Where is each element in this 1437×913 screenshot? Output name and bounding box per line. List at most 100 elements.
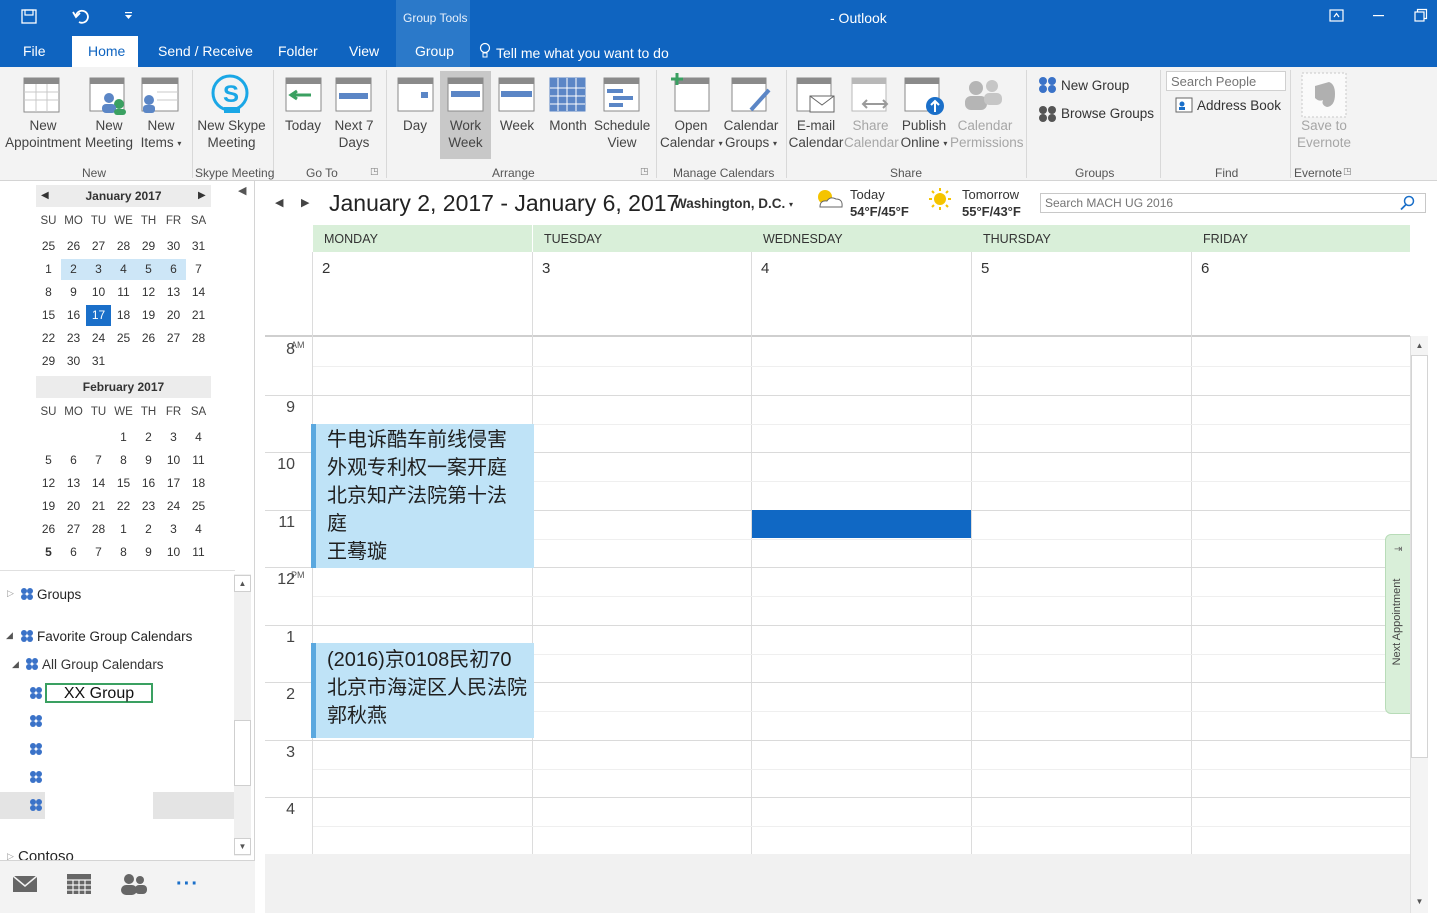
search-icon[interactable]	[1399, 195, 1415, 211]
minical-day[interactable]: 24	[161, 496, 186, 517]
arrange-dialog-launcher-icon[interactable]: ◳	[640, 166, 649, 177]
weather-location[interactable]: Washington, D.C. ▾	[674, 196, 793, 211]
day-view-button[interactable]: Day	[393, 117, 437, 134]
minical-day[interactable]: 1	[111, 519, 136, 540]
minimize-icon[interactable]	[1370, 7, 1388, 25]
day-number[interactable]: 6	[1201, 260, 1209, 277]
minical-day[interactable]: 4	[111, 259, 136, 280]
scroll-down-icon[interactable]: ▼	[234, 838, 251, 855]
minical-day[interactable]: 1	[111, 427, 136, 448]
goto-dialog-launcher-icon[interactable]: ◳	[370, 166, 379, 177]
minical-day[interactable]: 19	[36, 496, 61, 517]
minical-day[interactable]: 21	[86, 496, 111, 517]
day-header[interactable]: WEDNESDAY	[752, 225, 972, 252]
minical-day[interactable]: 29	[136, 236, 161, 257]
minical-day[interactable]: 2	[136, 519, 161, 540]
minical-day[interactable]: 8	[111, 542, 136, 563]
minical-day[interactable]: 15	[36, 305, 61, 326]
minical-day[interactable]: 21	[186, 305, 211, 326]
save-icon[interactable]	[20, 7, 40, 27]
minical-day[interactable]: 28	[111, 236, 136, 257]
schedule-view-button[interactable]: Schedule View	[594, 117, 650, 151]
minical-day[interactable]: 10	[161, 450, 186, 471]
today-button[interactable]: Today	[281, 117, 325, 134]
day-header[interactable]: TUESDAY	[533, 225, 752, 252]
minical-day[interactable]: 18	[186, 473, 211, 494]
minical-day[interactable]: 23	[61, 328, 86, 349]
appointment-1[interactable]: 牛电诉酷车前线侵害 外观专利权一案开庭 北京知产法院第十法 庭 王蓦璇	[311, 424, 534, 568]
tab-view[interactable]: View	[349, 43, 379, 59]
expand-groups-icon[interactable]: ▷	[7, 588, 14, 599]
minical-day[interactable]: 7	[186, 259, 211, 280]
minical-next-month-icon[interactable]: ▶	[198, 190, 206, 201]
minical-day[interactable]: 6	[161, 259, 186, 280]
share-calendar-button[interactable]: Share Calendar	[844, 117, 899, 151]
minical-day[interactable]: 13	[161, 282, 186, 303]
minical-day[interactable]: 9	[61, 282, 86, 303]
calendar-permissions-button[interactable]: Calendar Permissions	[950, 117, 1024, 151]
calendar-groups-button[interactable]: Calendar Groups ▾	[722, 117, 780, 152]
minical-day[interactable]: 20	[61, 496, 86, 517]
minical-day[interactable]: 16	[136, 473, 161, 494]
minical-day[interactable]: 17	[161, 473, 186, 494]
minical-day[interactable]: 6	[61, 450, 86, 471]
minical-day[interactable]: 10	[86, 282, 111, 303]
minical-day[interactable]: 4	[186, 519, 211, 540]
minical-day[interactable]: 14	[86, 473, 111, 494]
minical-day[interactable]: 25	[186, 496, 211, 517]
day-number[interactable]: 4	[761, 260, 769, 277]
day-header[interactable]: MONDAY	[313, 225, 532, 252]
open-calendar-button[interactable]: Open Calendar ▾	[660, 117, 723, 152]
day-number[interactable]: 3	[542, 260, 550, 277]
minical-day[interactable]: 19	[136, 305, 161, 326]
minical-day[interactable]: 18	[111, 305, 136, 326]
ribbon-display-options-icon[interactable]	[1328, 7, 1346, 25]
day-header[interactable]: THURSDAY	[972, 225, 1192, 252]
publish-online-button[interactable]: Publish Online ▾	[898, 117, 950, 152]
minical-day[interactable]: 15	[111, 473, 136, 494]
collapse-favorites-icon[interactable]: ◢	[6, 630, 13, 641]
calendar-scroll-up-icon[interactable]: ▲	[1411, 337, 1428, 354]
next-7-days-button[interactable]: Next 7 Days	[330, 117, 378, 151]
minical-day[interactable]: 17	[86, 305, 111, 326]
minical-day[interactable]: 3	[161, 519, 186, 540]
minical-day[interactable]: 1	[36, 259, 61, 280]
tab-send-receive[interactable]: Send / Receive	[158, 43, 253, 59]
minical-day[interactable]: 31	[186, 236, 211, 257]
minical-day[interactable]: 4	[186, 427, 211, 448]
selected-time-slot[interactable]	[752, 510, 971, 538]
browse-groups-button[interactable]: Browse Groups	[1061, 106, 1154, 121]
minical-day[interactable]: 22	[111, 496, 136, 517]
new-meeting-button[interactable]: New Meeting	[84, 117, 134, 151]
minical-day[interactable]: 6	[61, 542, 86, 563]
calendar-search-input[interactable]	[1040, 193, 1426, 213]
tab-group[interactable]: Group	[415, 43, 454, 59]
save-to-evernote-button[interactable]: Save to Evernote	[1292, 117, 1356, 151]
mail-icon[interactable]	[12, 873, 38, 895]
minical-day[interactable]: 3	[161, 427, 186, 448]
minical-day[interactable]: 23	[136, 496, 161, 517]
minical-day[interactable]: 2	[61, 259, 86, 280]
folder-all-group-calendars[interactable]: All Group Calendars	[42, 657, 164, 672]
minical-day[interactable]: 27	[86, 236, 111, 257]
minical-day[interactable]: 27	[161, 328, 186, 349]
minical-day[interactable]: 5	[136, 259, 161, 280]
minical-day[interactable]: 26	[136, 328, 161, 349]
minical-day[interactable]: 5	[36, 542, 61, 563]
minical-day[interactable]: 11	[186, 542, 211, 563]
day-header[interactable]: FRIDAY	[1192, 225, 1410, 252]
minical-day[interactable]: 25	[111, 328, 136, 349]
minical-day[interactable]: 3	[86, 259, 111, 280]
minical-day[interactable]: 26	[61, 236, 86, 257]
minical-day[interactable]: 31	[86, 351, 111, 372]
minical-day[interactable]: 13	[61, 473, 86, 494]
minical-day[interactable]: 25	[36, 236, 61, 257]
folder-contoso[interactable]: Contoso	[18, 848, 74, 860]
calendar-icon[interactable]	[66, 872, 92, 896]
evernote-dialog-launcher-icon[interactable]: ◳	[1343, 166, 1352, 177]
folder-xx-group[interactable]: XX Group	[45, 683, 153, 703]
minical-day[interactable]: 8	[111, 450, 136, 471]
new-items-button[interactable]: New Items ▾	[138, 117, 184, 152]
minical-day[interactable]: 24	[86, 328, 111, 349]
tab-folder[interactable]: Folder	[278, 43, 318, 59]
